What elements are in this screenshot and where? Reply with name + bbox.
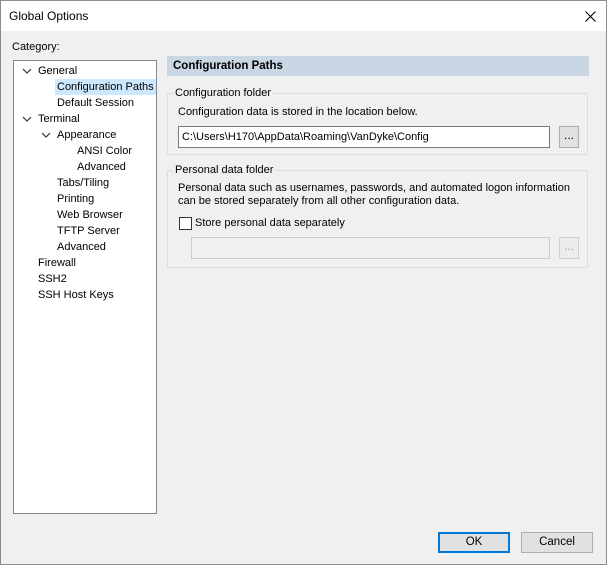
tree-item[interactable]: Advanced	[75, 159, 128, 175]
tree-item[interactable]: General	[36, 63, 79, 79]
store-personal-data-label[interactable]: Store personal data separately	[195, 217, 345, 230]
personal-data-description-line2: can be stored separately from all other …	[178, 195, 460, 207]
tree-item[interactable]: Printing	[55, 191, 96, 207]
panel-header: Configuration Paths	[167, 56, 589, 76]
personal-data-browse-button[interactable]: ...	[559, 237, 579, 259]
tree-item[interactable]: Tabs/Tiling	[55, 175, 111, 191]
personal-data-description-line1: Personal data such as usernames, passwor…	[178, 182, 570, 194]
tree-item[interactable]: SSH2	[36, 271, 69, 287]
tree-item[interactable]: Configuration Paths	[55, 79, 156, 95]
tree-item[interactable]: Advanced	[55, 239, 108, 255]
configuration-folder-description: Configuration data is stored in the loca…	[178, 106, 418, 118]
ok-button[interactable]: OK	[438, 532, 510, 553]
title-bar: Global Options	[1, 1, 606, 31]
tree-item[interactable]: Terminal	[36, 111, 82, 127]
tree-item[interactable]: Web Browser	[55, 207, 125, 223]
cancel-button[interactable]: Cancel	[521, 532, 593, 553]
close-icon	[584, 10, 596, 22]
chevron-down-icon[interactable]	[21, 111, 33, 127]
chevron-down-icon[interactable]	[21, 63, 33, 79]
configuration-path-field[interactable]: C:\Users\H170\AppData\Roaming\VanDyke\Co…	[178, 126, 550, 148]
chevron-down-icon[interactable]	[40, 127, 52, 143]
tree-item[interactable]: Appearance	[55, 127, 118, 143]
personal-data-path-field[interactable]	[191, 237, 550, 259]
configuration-folder-title: Configuration folder	[173, 87, 274, 100]
tree-item[interactable]: ANSI Color	[75, 143, 134, 159]
store-personal-data-checkbox[interactable]	[179, 217, 192, 230]
category-tree[interactable]: General Configuration Paths Default Sessio…	[13, 60, 157, 514]
tree-item[interactable]: SSH Host Keys	[36, 287, 116, 303]
close-button[interactable]	[574, 1, 606, 31]
tree-item[interactable]: Default Session	[55, 95, 136, 111]
tree-item[interactable]: TFTP Server	[55, 223, 122, 239]
personal-data-folder-title: Personal data folder	[173, 164, 276, 177]
global-options-dialog: Global Options Category: General Configur…	[0, 0, 607, 565]
window-title: Global Options	[9, 9, 89, 23]
category-label: Category:	[12, 41, 60, 53]
tree-item[interactable]: Firewall	[36, 255, 78, 271]
configuration-browse-button[interactable]: ...	[559, 126, 579, 148]
